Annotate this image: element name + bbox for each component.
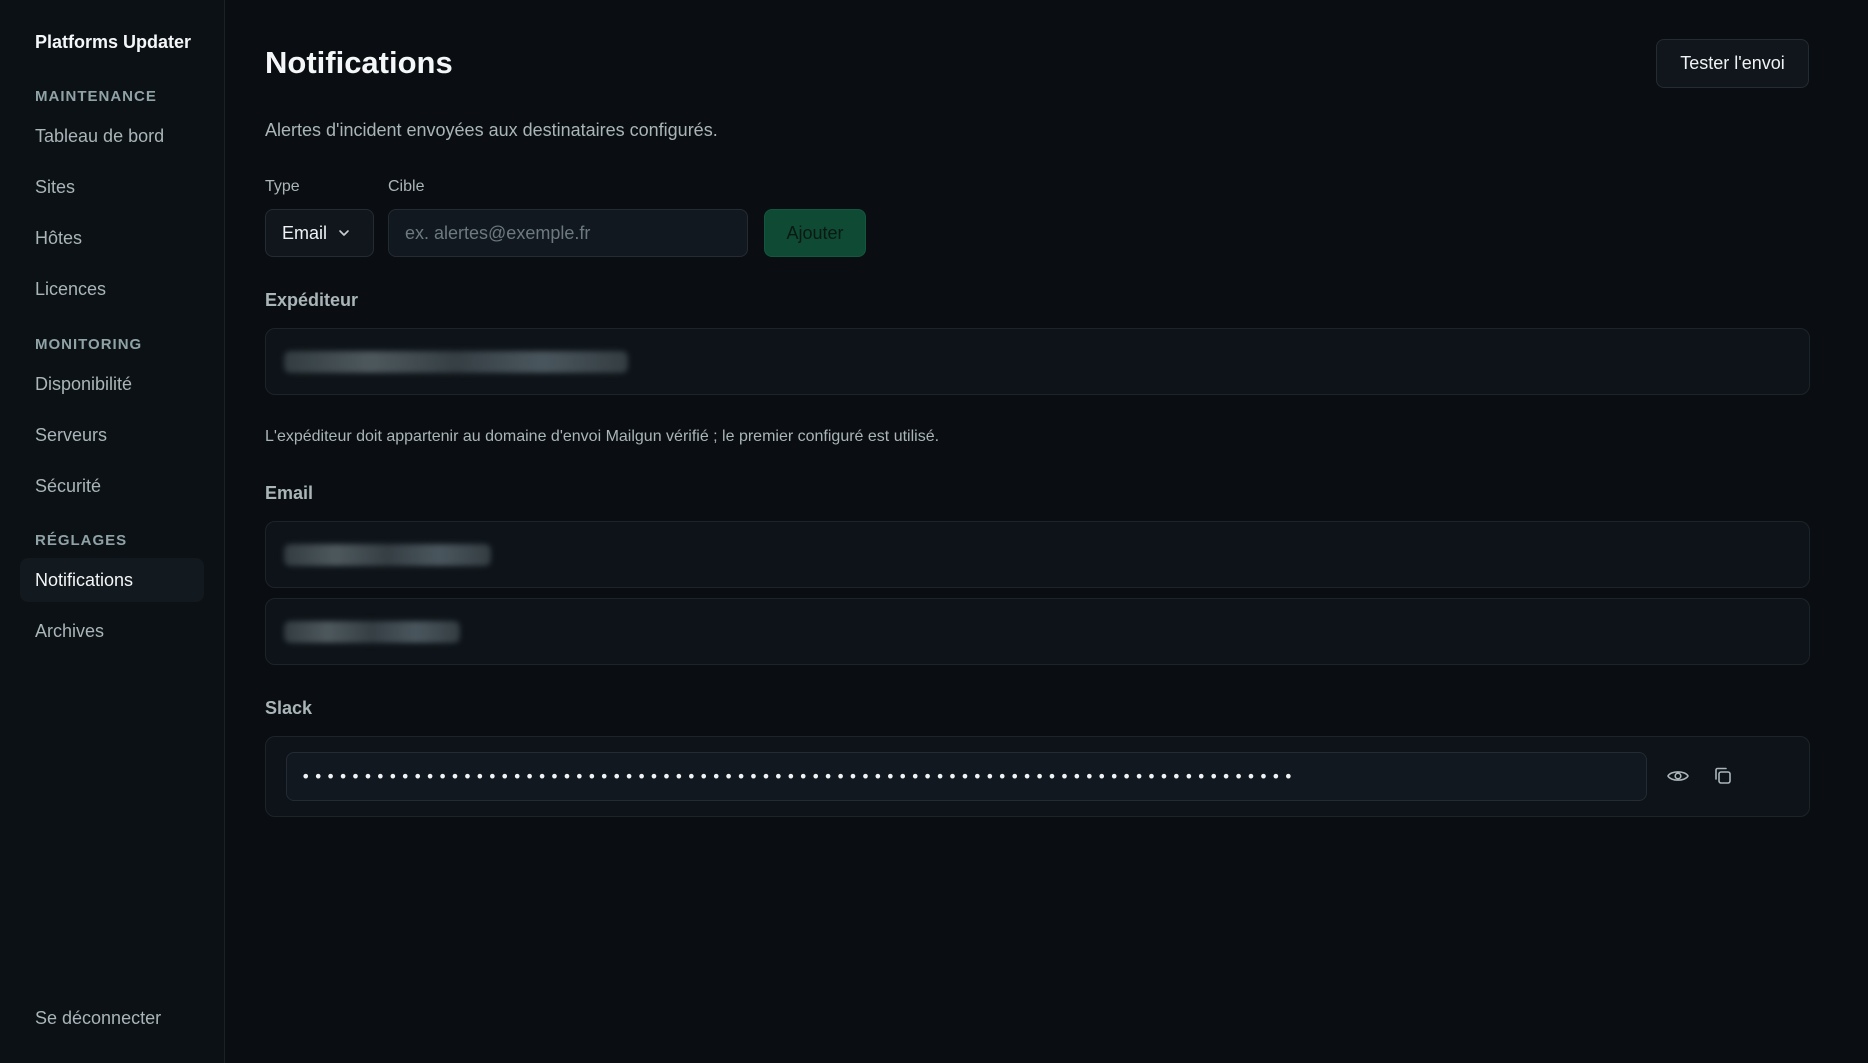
main-content: Notifications Tester l'envoi Alertes d'i… [225, 0, 1868, 1063]
sender-card[interactable] [265, 328, 1810, 395]
email-recipient-row[interactable] [265, 521, 1810, 588]
target-label: Cible [388, 178, 425, 195]
redacted-email-value [284, 621, 460, 643]
add-button[interactable]: Ajouter [764, 209, 866, 257]
eye-icon[interactable] [1666, 764, 1690, 788]
redacted-email-value [284, 544, 491, 566]
slack-webhook-input[interactable]: ••••••••••••••••••••••••••••••••••••••••… [286, 752, 1647, 801]
sidebar-item-serveurs[interactable]: Serveurs [20, 413, 204, 457]
page-subtitle: Alertes d'incident envoyées aux destinat… [265, 120, 718, 140]
email-heading: Email [265, 483, 314, 503]
sidebar-item-archives[interactable]: Archives [20, 609, 204, 653]
sidebar-item-tableau-de-bord[interactable]: Tableau de bord [20, 114, 204, 158]
sidebar: Platforms Updater MAINTENANCE Tableau de… [0, 0, 225, 1063]
sidebar-item-sites[interactable]: Sites [20, 165, 204, 209]
sidebar-item-securite[interactable]: Sécurité [20, 464, 204, 508]
sidebar-item-hotes[interactable]: Hôtes [20, 216, 204, 260]
slack-card: ••••••••••••••••••••••••••••••••••••••••… [265, 736, 1810, 817]
email-recipient-row[interactable] [265, 598, 1810, 665]
redacted-sender-value [284, 351, 628, 373]
sidebar-item-notifications[interactable]: Notifications [20, 558, 204, 602]
copy-icon[interactable] [1711, 764, 1735, 788]
sidebar-item-disponibilite[interactable]: Disponibilité [20, 362, 204, 406]
slack-heading: Slack [265, 698, 313, 718]
chevron-down-icon [339, 230, 349, 236]
type-select-value: Email [282, 223, 328, 243]
section-label-monitoring: MONITORING [35, 336, 143, 353]
sender-heading: Expéditeur [265, 290, 359, 310]
logout-link[interactable]: Se déconnecter [35, 1008, 161, 1029]
section-label-reglages: RÉGLAGES [35, 532, 128, 549]
app-title: Platforms Updater [35, 32, 192, 52]
sidebar-item-licences[interactable]: Licences [20, 267, 204, 311]
type-label: Type [265, 178, 300, 195]
type-select[interactable]: Email [265, 209, 374, 257]
page-title: Notifications [265, 45, 453, 80]
test-send-button[interactable]: Tester l'envoi [1656, 39, 1809, 88]
section-label-maintenance: MAINTENANCE [35, 88, 157, 105]
sender-hint: L'expéditeur doit appartenir au domaine … [265, 428, 940, 445]
target-input[interactable] [388, 209, 748, 257]
